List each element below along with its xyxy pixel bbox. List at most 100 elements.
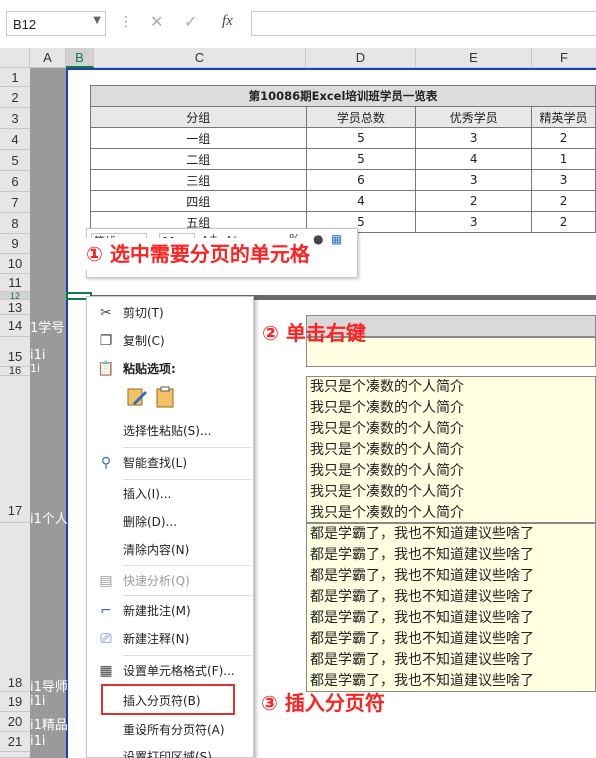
paste-icon[interactable] [153, 385, 177, 409]
table-cell[interactable]: 2 [531, 190, 596, 212]
row-header-22[interactable] [0, 752, 30, 758]
advice-line: 都是学霸了，我也不知道建议些啥了 [310, 547, 534, 563]
row-label-21: i1i [30, 734, 46, 749]
chevron-down-icon[interactable]: ▼ [93, 15, 101, 26]
row-header-1[interactable]: 1 [0, 68, 30, 87]
table-cell[interactable]: 2 [531, 127, 596, 149]
table-row: 四组 4 2 2 [90, 190, 596, 212]
row-header-5[interactable]: 5 [0, 150, 30, 171]
column-headers: A B C D E F [30, 48, 596, 68]
row-header-16[interactable]: 16 [0, 366, 30, 377]
cancel-icon[interactable]: ✕ [150, 12, 163, 31]
menu-item-paste-special[interactable]: 选择性粘贴(S)... [87, 417, 253, 445]
advice-cell[interactable]: 都是学霸了，我也不知道建议些啥了 都是学霸了，我也不知道建议些啥了 都是学霸了，… [306, 523, 596, 692]
row-header-4[interactable]: 4 [0, 129, 30, 150]
column-header-c[interactable]: C [94, 48, 306, 68]
menu-item-new-note[interactable]: ⎚ 新建注释(N) [87, 625, 253, 653]
menu-item-copy[interactable]: ❐ 复制(C) [87, 327, 253, 355]
row-label-16: 1i [30, 362, 41, 375]
table-row: 二组 5 4 1 [90, 148, 596, 170]
enter-icon[interactable]: ✓ [184, 12, 197, 31]
insert-function-icon[interactable]: fx [222, 13, 233, 30]
table-cell[interactable]: 三组 [90, 169, 307, 191]
format-table-icon[interactable]: ▦ [331, 232, 342, 246]
row-header-10[interactable]: 10 [0, 254, 30, 274]
table-cell[interactable]: 四组 [90, 190, 307, 212]
menu-separator [123, 447, 251, 448]
menu-item-reset-page-breaks[interactable]: 重设所有分页符(A) [87, 716, 253, 744]
row-header-18[interactable]: 18 [0, 523, 30, 692]
formula-input[interactable] [251, 11, 596, 36]
table-cell[interactable]: 1 [531, 148, 596, 170]
row-header-9[interactable]: 9 [0, 234, 30, 254]
row-header-19[interactable]: 19 [0, 692, 30, 712]
table-cell[interactable]: 2 [531, 211, 596, 233]
table-cell[interactable]: 3 [415, 169, 533, 191]
scissors-icon: ✂ [100, 305, 112, 321]
column-header-d[interactable]: D [306, 48, 416, 68]
row-header-3[interactable]: 3 [0, 108, 30, 129]
table-cell[interactable]: 一组 [90, 127, 307, 149]
menu-item-delete[interactable]: 删除(D)... [87, 508, 253, 536]
menu-item-label: 重设所有分页符(A) [123, 723, 225, 737]
comma-style-icon[interactable]: ● [313, 232, 323, 246]
clipboard-icon: 📋 [97, 361, 115, 377]
column-header-f[interactable]: F [532, 48, 596, 68]
intro-line: 我只是个凑数的个人简介 [310, 400, 464, 416]
table-cell[interactable]: 二组 [90, 148, 307, 170]
table-cell[interactable]: 4 [415, 148, 533, 170]
row-header-12[interactable]: 12 [0, 292, 30, 301]
paste-formatting-icon[interactable] [125, 385, 149, 409]
intro-cell[interactable]: 我只是个凑数的个人简介 我只是个凑数的个人简介 我只是个凑数的个人简介 我只是个… [306, 376, 596, 523]
formula-bar-grip-icon: ⋮ [119, 14, 133, 30]
table-row: 一组 5 3 2 [90, 127, 596, 149]
row-header-20[interactable]: 20 [0, 712, 30, 732]
row-header-2[interactable]: 2 [0, 87, 30, 108]
row-header-7[interactable]: 7 [0, 192, 30, 213]
menu-item-label: 新建批注(M) [123, 604, 191, 618]
menu-item-insert[interactable]: 插入(I)... [87, 480, 253, 508]
advice-line: 都是学霸了，我也不知道建议些啥了 [310, 631, 534, 647]
table-cell[interactable]: 2 [415, 190, 533, 212]
table-header[interactable]: 分组 [90, 106, 307, 128]
column-header-b[interactable]: B [66, 48, 94, 68]
menu-item-smart-lookup[interactable]: ⚲ 智能查找(L) [87, 449, 253, 477]
menu-item-format-cells[interactable]: ▦ 设置单元格格式(F)... [87, 657, 253, 685]
menu-item-label: 新建注释(N) [123, 632, 190, 646]
select-all-corner[interactable] [0, 48, 30, 68]
row-label-15: i1i [30, 348, 46, 363]
table-title[interactable]: 第10086期Excel培训班学员一览表 [90, 85, 596, 107]
table-cell[interactable]: 3 [415, 127, 533, 149]
row-header-21[interactable]: 21 [0, 732, 30, 752]
table-cell[interactable]: 3 [415, 211, 533, 233]
table-cell[interactable]: 4 [305, 190, 417, 212]
row-header-6[interactable]: 6 [0, 171, 30, 192]
table-cell[interactable]: 5 [305, 127, 417, 149]
table-cell[interactable]: 6 [305, 169, 417, 191]
table-header[interactable]: 优秀学员 [415, 106, 533, 128]
table-cell[interactable]: 3 [531, 169, 596, 191]
name-box[interactable]: B12 ▼ [6, 11, 106, 36]
intro-line: 我只是个凑数的个人简介 [310, 484, 464, 500]
row-header-14[interactable]: 14 [0, 315, 30, 337]
intro-line: 我只是个凑数的个人简介 [310, 505, 464, 521]
row-header-8[interactable]: 8 [0, 213, 30, 234]
row-header-13[interactable]: 13 [0, 300, 30, 315]
row-header-17[interactable]: 17 [0, 376, 30, 523]
column-header-a[interactable]: A [30, 48, 66, 68]
table-header[interactable]: 精英学员 [531, 106, 596, 128]
column-header-e[interactable]: E [416, 48, 532, 68]
advice-line: 都是学霸了，我也不知道建议些啥了 [310, 652, 534, 668]
table-cell[interactable]: 5 [305, 148, 417, 170]
menu-item-label: 插入(I)... [123, 487, 172, 501]
menu-item-new-comment[interactable]: ⌐ 新建批注(M) [87, 597, 253, 625]
menu-item-quick-analysis[interactable]: ▤ 快速分析(Q) [87, 567, 253, 595]
menu-item-clear[interactable]: 清除内容(N) [87, 536, 253, 564]
step3-callout: ③ 插入分页符 [261, 691, 385, 715]
menu-item-cut[interactable]: ✂ 剪切(T) [87, 299, 253, 327]
table-header[interactable]: 学员总数 [305, 106, 417, 128]
row-label-14: 1学号 [30, 321, 65, 336]
menu-item-set-print-area[interactable]: 设置打印区域(S) [87, 743, 253, 758]
row-header-11[interactable]: 11 [0, 274, 30, 292]
row-header-15[interactable]: 15 [0, 337, 30, 367]
